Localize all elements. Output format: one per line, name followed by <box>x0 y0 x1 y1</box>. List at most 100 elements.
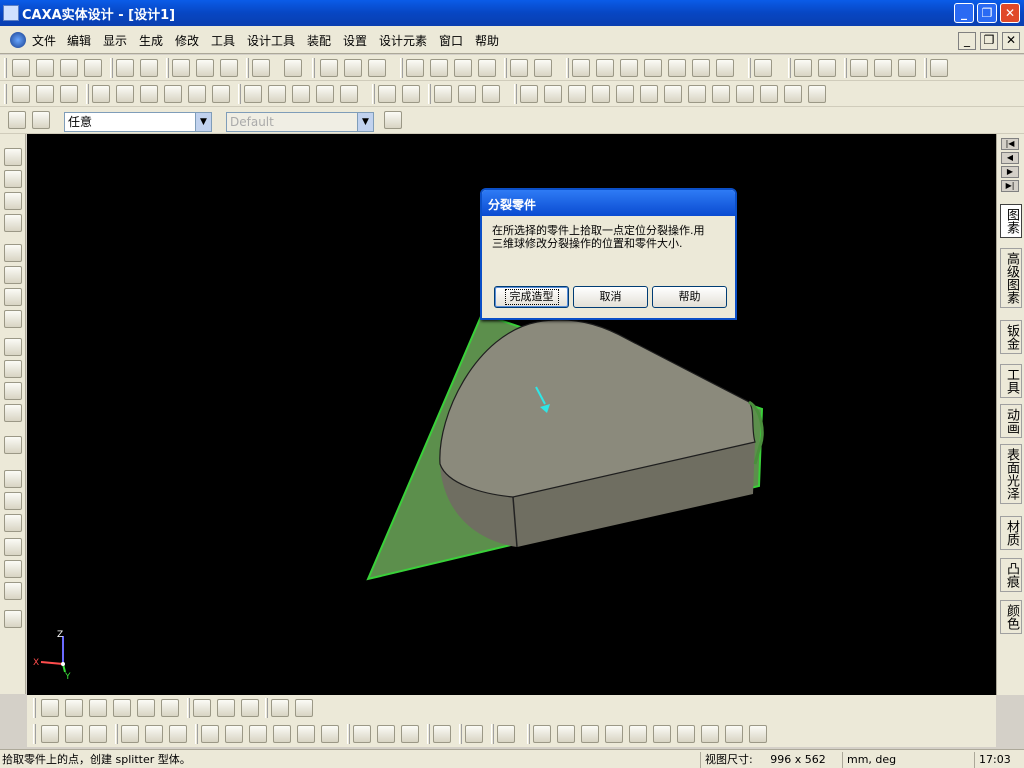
toolbar-grip[interactable] <box>4 58 7 78</box>
tool-icon[interactable] <box>217 699 235 717</box>
tool-icon[interactable] <box>688 85 706 103</box>
tab-material[interactable]: 材质 <box>1000 516 1022 550</box>
tool-icon[interactable] <box>544 85 562 103</box>
menu-tools[interactable]: 工具 <box>211 32 235 49</box>
tool-icon[interactable] <box>377 725 395 743</box>
tool-icon[interactable] <box>41 725 59 743</box>
tool-icon[interactable] <box>557 725 575 743</box>
tool-icon[interactable] <box>368 59 386 77</box>
tool-icon[interactable] <box>284 59 302 77</box>
tab-color[interactable]: 颜色 <box>1000 600 1022 634</box>
toolbar-grip[interactable] <box>788 58 791 78</box>
tool-icon[interactable] <box>145 725 163 743</box>
tool-icon[interactable] <box>92 85 110 103</box>
toolbar-grip[interactable] <box>265 698 268 718</box>
tool-icon[interactable] <box>169 725 187 743</box>
tool-icon[interactable] <box>4 338 22 356</box>
tool-icon[interactable] <box>596 59 614 77</box>
tool-icon[interactable] <box>121 725 139 743</box>
tool-icon[interactable] <box>4 582 22 600</box>
tab-animation[interactable]: 动画 <box>1000 404 1022 438</box>
tool-icon[interactable] <box>749 725 767 743</box>
hierarchy-icon[interactable] <box>384 111 402 129</box>
tool-icon[interactable] <box>794 59 812 77</box>
tool-icon[interactable] <box>725 725 743 743</box>
toolbar-grip[interactable] <box>504 58 507 78</box>
tool-icon[interactable] <box>316 85 334 103</box>
tool-icon[interactable] <box>65 725 83 743</box>
tool-icon[interactable] <box>249 725 267 743</box>
menu-window[interactable]: 窗口 <box>439 32 463 49</box>
tool-icon[interactable] <box>808 85 826 103</box>
tool-icon[interactable] <box>113 699 131 717</box>
tool-icon[interactable] <box>482 85 500 103</box>
tool-icon[interactable] <box>701 725 719 743</box>
tool-icon[interactable] <box>4 404 22 422</box>
tool-icon[interactable] <box>401 725 419 743</box>
tool-icon[interactable] <box>60 59 78 77</box>
toolbar-grip[interactable] <box>86 84 89 104</box>
tool-icon[interactable] <box>533 725 551 743</box>
chevron-down-icon[interactable]: ▼ <box>195 113 211 131</box>
tool-icon[interactable] <box>784 85 802 103</box>
tab-surface-finish[interactable]: 表面光泽 <box>1000 444 1022 504</box>
tool-icon[interactable] <box>4 148 22 166</box>
doc-minimize-button[interactable]: _ <box>958 32 976 50</box>
toolbar-grip[interactable] <box>748 58 751 78</box>
menu-design-tools[interactable]: 设计工具 <box>247 32 295 49</box>
tool-icon[interactable] <box>344 59 362 77</box>
tool-icon[interactable] <box>818 59 836 77</box>
tool-icon[interactable] <box>36 59 54 77</box>
menu-settings[interactable]: 设置 <box>343 32 367 49</box>
tool-icon[interactable] <box>497 725 515 743</box>
toolbar-grip[interactable] <box>347 724 350 744</box>
tool-icon[interactable] <box>140 59 158 77</box>
tab-primitives[interactable]: 图素 <box>1000 204 1022 238</box>
tool-icon[interactable] <box>4 470 22 488</box>
tool-icon[interactable] <box>402 85 420 103</box>
tool-icon[interactable] <box>297 725 315 743</box>
menu-modify[interactable]: 修改 <box>175 32 199 49</box>
tool-icon[interactable] <box>244 85 262 103</box>
tool-icon[interactable] <box>4 288 22 306</box>
filter-select[interactable]: 任意 ▼ <box>64 112 212 132</box>
tool-icon[interactable] <box>12 59 30 77</box>
tool-icon[interactable] <box>273 725 291 743</box>
toolbar-grip[interactable] <box>924 58 927 78</box>
tool-icon[interactable] <box>292 85 310 103</box>
first-tab-button[interactable]: |◀ <box>1001 138 1019 150</box>
tool-icon[interactable] <box>754 59 772 77</box>
tool-icon[interactable] <box>320 59 338 77</box>
toolbar-grip[interactable] <box>459 724 462 744</box>
tool-icon[interactable] <box>4 192 22 210</box>
tool-icon[interactable] <box>664 85 682 103</box>
toolbar-grip[interactable] <box>427 724 430 744</box>
tool-icon[interactable] <box>12 85 30 103</box>
tool-icon[interactable] <box>172 59 190 77</box>
tool-icon[interactable] <box>572 59 590 77</box>
next-tab-button[interactable]: ▶ <box>1001 166 1019 178</box>
tab-tools[interactable]: 工具 <box>1000 364 1022 398</box>
tool-icon[interactable] <box>898 59 916 77</box>
tool-icon[interactable] <box>406 59 424 77</box>
menu-assembly[interactable]: 装配 <box>307 32 331 49</box>
tool-icon[interactable] <box>520 85 538 103</box>
tool-icon[interactable] <box>295 699 313 717</box>
tool-icon[interactable] <box>760 85 778 103</box>
tool-icon[interactable] <box>116 59 134 77</box>
tool-icon[interactable] <box>84 59 102 77</box>
tool-icon[interactable] <box>653 725 671 743</box>
tool-icon[interactable] <box>454 59 472 77</box>
tool-icon[interactable] <box>201 725 219 743</box>
toolbar-grip[interactable] <box>166 58 169 78</box>
tool-icon[interactable] <box>220 59 238 77</box>
help-button[interactable]: 帮助 <box>652 286 727 308</box>
menu-file[interactable]: 文件 <box>32 32 56 49</box>
toolbar-grip[interactable] <box>566 58 569 78</box>
document-icon[interactable] <box>10 32 26 48</box>
finish-button[interactable]: 完成造型 <box>494 286 569 308</box>
tool-icon[interactable] <box>225 725 243 743</box>
tool-icon[interactable] <box>89 725 107 743</box>
tool-icon[interactable] <box>644 59 662 77</box>
tool-icon[interactable] <box>478 59 496 77</box>
